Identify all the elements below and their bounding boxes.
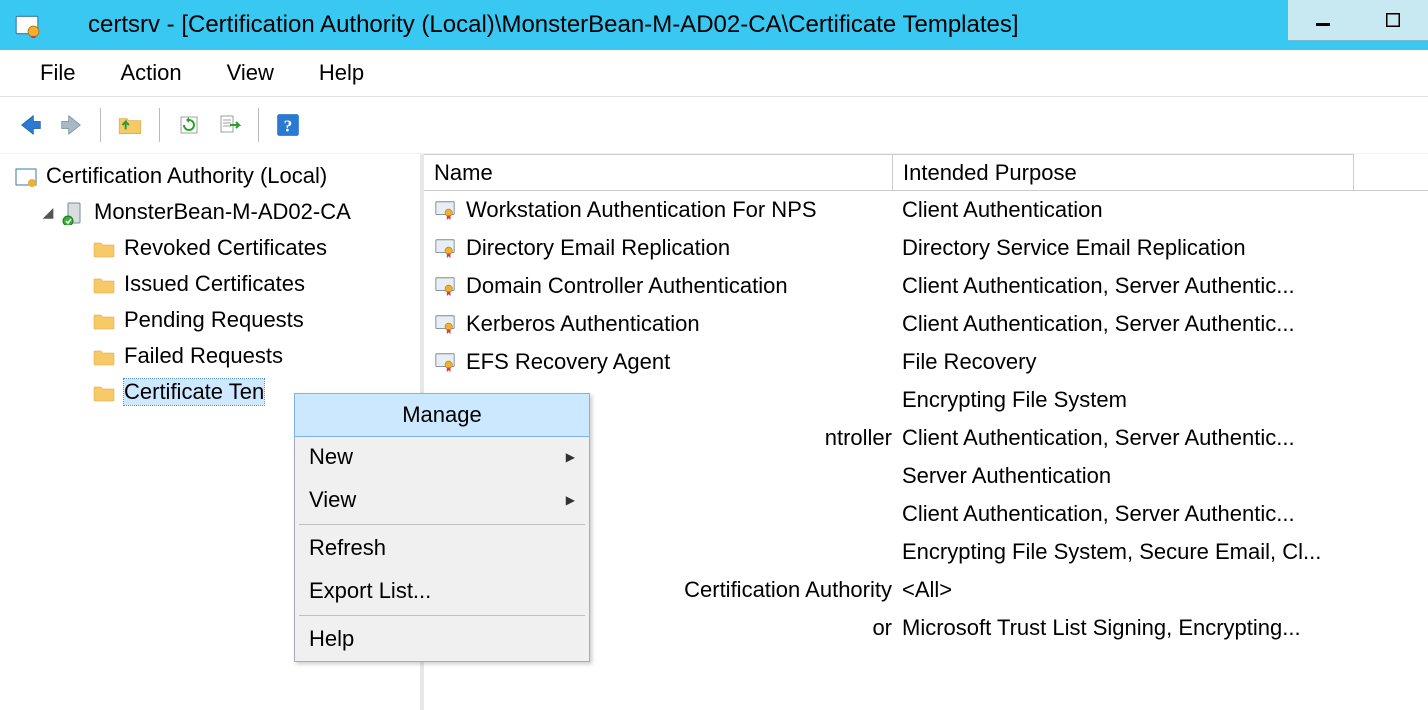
maximize-button[interactable]	[1358, 0, 1428, 41]
cell-purpose: Encrypting File System, Secure Email, Cl…	[892, 539, 1422, 565]
certificate-icon	[434, 275, 456, 297]
context-menu-item[interactable]: Manage	[294, 393, 590, 437]
tree-ca-node[interactable]: ◢ MonsterBean-M-AD02-CA	[0, 194, 420, 230]
folder-icon	[92, 237, 116, 259]
tree-root-label: Certification Authority (Local)	[46, 163, 327, 189]
menu-file[interactable]: File	[30, 56, 85, 90]
context-menu-item[interactable]: New ▶	[295, 436, 589, 479]
cell-name: EFS Recovery Agent	[424, 349, 892, 375]
workarea: Certification Authority (Local) ◢ Monste…	[0, 153, 1428, 710]
cell-purpose: Client Authentication, Server Authentic.…	[892, 501, 1422, 527]
cell-purpose: Client Authentication, Server Authentic.…	[892, 311, 1422, 337]
certificate-icon	[434, 199, 456, 221]
context-menu-label: New	[309, 444, 353, 470]
cell-name: Workstation Authentication For NPS	[424, 197, 892, 223]
cell-purpose: Client Authentication, Server Authentic.…	[892, 273, 1422, 299]
titlebar: certsrv - [Certification Authority (Loca…	[0, 0, 1428, 50]
tree-leaf-label: Failed Requests	[124, 343, 283, 369]
context-menu-item[interactable]: Help	[295, 618, 589, 661]
cell-purpose: Encrypting File System	[892, 387, 1422, 413]
list-row[interactable]: Directory Email ReplicationDirectory Ser…	[424, 229, 1428, 267]
tree-leaf[interactable]: Issued Certificates	[0, 266, 420, 302]
cell-purpose: File Recovery	[892, 349, 1422, 375]
cell-name: Directory Email Replication	[424, 235, 892, 261]
certificate-icon	[434, 237, 456, 259]
menu-divider	[299, 615, 585, 616]
context-menu-label: Refresh	[309, 535, 386, 561]
menu-action[interactable]: Action	[110, 56, 191, 90]
tree-leaf[interactable]: Failed Requests	[0, 338, 420, 374]
context-menu-label: Help	[309, 626, 354, 652]
window-controls	[1288, 0, 1428, 50]
column-header-name[interactable]: Name	[424, 154, 893, 190]
forward-button[interactable]	[54, 108, 88, 142]
menu-divider	[299, 524, 585, 525]
column-header-purpose[interactable]: Intended Purpose	[893, 154, 1354, 190]
back-button[interactable]	[14, 108, 48, 142]
list-row[interactable]: Kerberos AuthenticationClient Authentica…	[424, 305, 1428, 343]
cell-purpose: Client Authentication	[892, 197, 1422, 223]
tree-ca-label: MonsterBean-M-AD02-CA	[94, 199, 351, 225]
context-menu-label: Export List...	[309, 578, 431, 604]
list-row[interactable]: Workstation Authentication For NPSClient…	[424, 191, 1428, 229]
menu-help[interactable]: Help	[309, 56, 374, 90]
svg-text:?: ?	[284, 117, 293, 136]
list-row[interactable]: EFS Recovery AgentFile Recovery	[424, 343, 1428, 381]
tree-root[interactable]: Certification Authority (Local)	[0, 158, 420, 194]
context-menu: Manage New ▶ View ▶ Refresh Export List... Help	[294, 393, 590, 662]
menubar: File Action View Help	[0, 50, 1428, 97]
window-title: certsrv - [Certification Authority (Loca…	[88, 11, 1019, 39]
tree-leaf-label: Issued Certificates	[124, 271, 305, 297]
cell-purpose: <All>	[892, 577, 1422, 603]
cell-purpose: Client Authentication, Server Authentic.…	[892, 425, 1422, 451]
certificate-icon	[434, 313, 456, 335]
context-menu-label: Manage	[402, 402, 482, 428]
context-menu-item[interactable]: Refresh	[295, 527, 589, 570]
ca-root-icon	[14, 165, 38, 187]
certificate-icon	[434, 351, 456, 373]
folder-icon	[92, 273, 116, 295]
toolbar: ?	[0, 97, 1428, 153]
tree-leaf-label: Pending Requests	[124, 307, 304, 333]
toolbar-separator	[159, 108, 160, 142]
list-header: Name Intended Purpose	[424, 154, 1428, 191]
tree-leaf-label: Certificate Ten	[124, 379, 264, 405]
refresh-button[interactable]	[172, 108, 206, 142]
help-button[interactable]: ?	[271, 108, 305, 142]
tree-leaf-label: Revoked Certificates	[124, 235, 327, 261]
folder-icon	[92, 345, 116, 367]
context-menu-item[interactable]: Export List...	[295, 570, 589, 613]
minimize-button[interactable]	[1288, 0, 1358, 41]
toolbar-separator	[258, 108, 259, 142]
expander-icon[interactable]: ◢	[40, 204, 56, 221]
cell-purpose: Directory Service Email Replication	[892, 235, 1422, 261]
menu-view[interactable]: View	[217, 56, 284, 90]
toolbar-separator	[100, 108, 101, 142]
cell-purpose: Server Authentication	[892, 463, 1422, 489]
cell-name: Domain Controller Authentication	[424, 273, 892, 299]
tree-leaf[interactable]: Revoked Certificates	[0, 230, 420, 266]
cell-purpose: Microsoft Trust List Signing, Encrypting…	[892, 615, 1422, 641]
list-row[interactable]: Domain Controller AuthenticationClient A…	[424, 267, 1428, 305]
app-icon	[14, 12, 40, 38]
folder-icon	[92, 381, 116, 403]
folder-icon	[92, 309, 116, 331]
export-button[interactable]	[212, 108, 246, 142]
up-folder-button[interactable]	[113, 108, 147, 142]
submenu-arrow-icon: ▶	[566, 493, 575, 507]
tree-leaf[interactable]: Pending Requests	[0, 302, 420, 338]
cell-name: Kerberos Authentication	[424, 311, 892, 337]
context-menu-label: View	[309, 487, 356, 513]
server-icon	[62, 201, 86, 223]
context-menu-item[interactable]: View ▶	[295, 479, 589, 522]
submenu-arrow-icon: ▶	[566, 450, 575, 464]
